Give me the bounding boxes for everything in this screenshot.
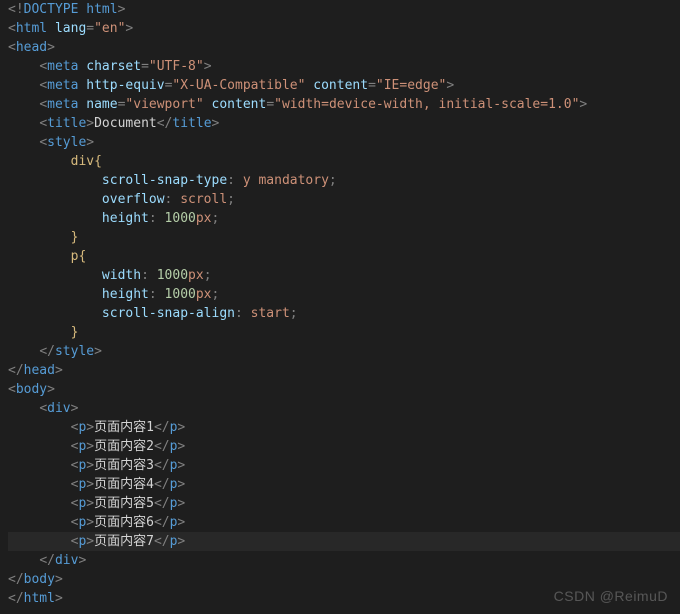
code-line[interactable]: height: 1000px; bbox=[8, 285, 680, 304]
code-line[interactable]: <p>页面内容4</p> bbox=[8, 475, 680, 494]
code-line[interactable]: <meta charset="UTF-8"> bbox=[8, 57, 680, 76]
code-line[interactable]: </style> bbox=[8, 342, 680, 361]
code-line[interactable]: </head> bbox=[8, 361, 680, 380]
code-line[interactable]: width: 1000px; bbox=[8, 266, 680, 285]
code-line[interactable]: <p>页面内容2</p> bbox=[8, 437, 680, 456]
code-line[interactable]: <!DOCTYPE html> bbox=[8, 0, 680, 19]
code-line[interactable]: <html lang="en"> bbox=[8, 19, 680, 38]
code-line[interactable]: <meta name="viewport" content="width=dev… bbox=[8, 95, 680, 114]
code-line[interactable]: scroll-snap-align: start; bbox=[8, 304, 680, 323]
code-line[interactable]: </div> bbox=[8, 551, 680, 570]
code-line[interactable]: <head> bbox=[8, 38, 680, 57]
code-line[interactable]: <p>页面内容5</p> bbox=[8, 494, 680, 513]
code-editor[interactable]: <!DOCTYPE html> <html lang="en"> <head> … bbox=[0, 0, 680, 608]
code-line[interactable]: <meta http-equiv="X-UA-Compatible" conte… bbox=[8, 76, 680, 95]
code-line[interactable]: } bbox=[8, 323, 680, 342]
code-line[interactable]: } bbox=[8, 228, 680, 247]
code-line[interactable]: scroll-snap-type: y mandatory; bbox=[8, 171, 680, 190]
code-line[interactable]: <p>页面内容3</p> bbox=[8, 456, 680, 475]
code-line[interactable]: <style> bbox=[8, 133, 680, 152]
code-line[interactable]: <p>页面内容6</p> bbox=[8, 513, 680, 532]
code-line[interactable]: <div> bbox=[8, 399, 680, 418]
code-line[interactable]: <body> bbox=[8, 380, 680, 399]
code-line[interactable]: <title>Document</title> bbox=[8, 114, 680, 133]
code-line-active[interactable]: <p>页面内容7</p> bbox=[8, 532, 680, 551]
code-line[interactable]: p{ bbox=[8, 247, 680, 266]
code-line[interactable]: height: 1000px; bbox=[8, 209, 680, 228]
code-line[interactable]: <p>页面内容1</p> bbox=[8, 418, 680, 437]
code-line[interactable]: div{ bbox=[8, 152, 680, 171]
code-line[interactable]: overflow: scroll; bbox=[8, 190, 680, 209]
watermark: CSDN @ReimuD bbox=[554, 587, 668, 606]
